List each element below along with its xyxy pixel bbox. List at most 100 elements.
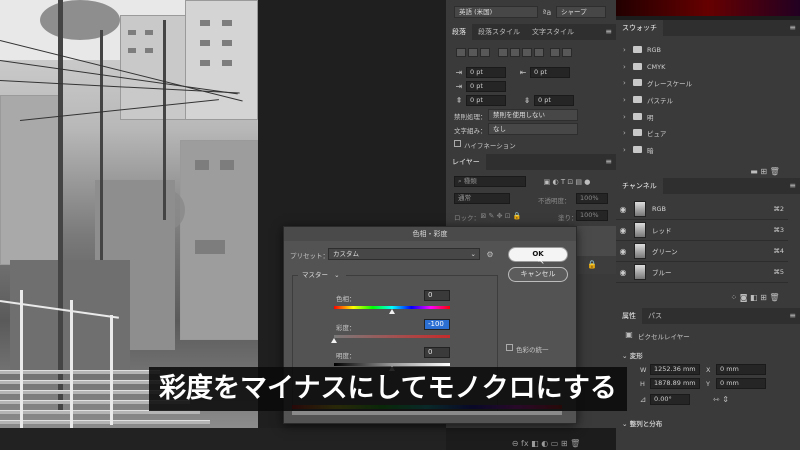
channel-row-blue[interactable]: ◉ ブルー ⌘5 <box>616 262 788 283</box>
mojikumi-dropdown[interactable]: なし <box>488 123 578 135</box>
layer-filter-icons[interactable]: ▣ ◐ T ⊡ ▤ ● <box>532 176 602 187</box>
swatch-group[interactable]: › グレースケール <box>616 74 800 91</box>
tab-paragraph[interactable]: 段落 <box>446 24 472 40</box>
align-left-button[interactable] <box>456 48 466 57</box>
channel-row-red[interactable]: ◉ レッド ⌘3 <box>616 220 788 241</box>
folder-icon <box>633 96 642 103</box>
justify-right-button[interactable] <box>522 48 532 57</box>
y-field[interactable]: 0 mm <box>716 378 766 389</box>
photo-window <box>128 48 136 53</box>
lightness-input[interactable]: 0 <box>424 347 450 358</box>
swatch-group[interactable]: › 暗 <box>616 141 800 158</box>
swatch-group-name: CMYK <box>647 62 666 71</box>
space-before-field[interactable]: 0 pt <box>466 95 506 106</box>
dialog-title: 色相・彩度 <box>284 227 576 241</box>
layer-type-label: ピクセルレイヤー <box>638 333 690 341</box>
layer-actions[interactable]: ⊖ fx ◧ ◐ ▭ ⊞ 🗑 <box>486 438 606 448</box>
chevron-down-icon: ⌄ <box>622 352 630 360</box>
tab-layers[interactable]: レイヤー <box>446 154 486 170</box>
properties-tabs: 属性 パス ≡ <box>616 308 800 324</box>
panel-menu-icon[interactable]: ≡ <box>605 27 612 36</box>
flip-icons[interactable]: ⇿ ⇕ <box>706 394 736 404</box>
cancel-button[interactable]: キャンセル <box>508 267 568 282</box>
space-after-field[interactable]: 0 pt <box>534 95 574 106</box>
saturation-slider-track[interactable] <box>334 335 450 338</box>
blend-mode-value: 通常 <box>458 194 471 202</box>
justify-left-button[interactable] <box>498 48 508 57</box>
eye-icon[interactable]: ◉ <box>616 247 630 256</box>
indent-right-field[interactable]: 0 pt <box>530 67 570 78</box>
hyphenation-checkbox[interactable] <box>454 140 461 147</box>
align-section-title[interactable]: ⌄ 整列と分布 <box>622 418 662 428</box>
tab-character-style[interactable]: 文字スタイル <box>526 24 580 40</box>
panel-menu-icon[interactable]: ≡ <box>789 311 796 320</box>
justify-all-button[interactable] <box>534 48 544 57</box>
panel-menu-icon[interactable]: ≡ <box>789 181 796 190</box>
channel-dropdown[interactable]: マスター ⌄ <box>298 270 346 282</box>
eye-icon[interactable]: ◉ <box>616 226 630 235</box>
justify-center-button[interactable] <box>510 48 520 57</box>
colorize-label: 色彩の統一 <box>516 346 549 354</box>
kinsoku-dropdown[interactable]: 禁則を使用しない <box>488 109 578 121</box>
indent-left-field[interactable]: 0 pt <box>466 67 506 78</box>
saturation-input[interactable]: -100 <box>424 319 450 330</box>
channel-actions[interactable]: ⁘ ◙ ◧ ⊞ 🗑 <box>720 292 790 302</box>
hue-input[interactable]: 0 <box>424 290 450 301</box>
align-right-button[interactable] <box>480 48 490 57</box>
language-dropdown[interactable]: 英語 (米国) <box>454 6 538 18</box>
align-center-button[interactable] <box>468 48 478 57</box>
channel-thumbnail <box>634 243 646 259</box>
photo-step <box>0 380 170 384</box>
layers-header: レイヤー ≡ <box>446 154 616 170</box>
eye-icon[interactable]: ◉ <box>616 205 630 214</box>
photo-canvas[interactable] <box>0 0 258 428</box>
swatch-group-name: 明 <box>647 113 654 122</box>
blend-mode-dropdown[interactable]: 通常 <box>454 193 510 204</box>
properties-panel: 属性 パス ≡ ▣ ピクセルレイヤー ⌄ 変形 W 1252.36 mm X 0… <box>616 308 800 450</box>
preset-dropdown[interactable]: カスタム ⌄ <box>328 248 480 260</box>
panel-menu-icon[interactable]: ≡ <box>605 157 612 166</box>
gear-icon[interactable]: ⚙ <box>484 249 496 259</box>
channel-name: グリーン <box>652 248 678 256</box>
align-section-label: 整列と分布 <box>629 420 663 428</box>
first-line-indent-field[interactable]: 0 pt <box>466 81 506 92</box>
photo-window <box>200 40 210 46</box>
photo-handrail <box>110 315 113 425</box>
swatch-group[interactable]: › ピュア <box>616 124 800 141</box>
opacity-field[interactable]: 100% <box>576 193 608 204</box>
lock-icons[interactable]: ⊠ ✎ ✥ ⊡ 🔒 <box>474 210 528 221</box>
saturation-slider-knob[interactable] <box>331 338 337 343</box>
layer-filter-dropdown[interactable]: ⌕ 種類 <box>454 176 526 187</box>
cursor-icon: ↖ <box>537 257 545 267</box>
tab-paragraph-style[interactable]: 段落スタイル <box>472 24 526 40</box>
channel-row-rgb[interactable]: ◉ RGB ⌘2 <box>616 199 788 220</box>
eye-icon[interactable]: ◉ <box>616 268 630 277</box>
height-field[interactable]: 1878.89 mm <box>650 378 700 389</box>
swatch-group[interactable]: › CMYK <box>616 58 800 75</box>
antialias-value: シャープ <box>561 8 587 16</box>
angle-field[interactable]: 0.00° <box>650 394 690 405</box>
channel-row-green[interactable]: ◉ グリーン ⌘4 <box>616 241 788 262</box>
x-field[interactable]: 0 mm <box>716 364 766 375</box>
tab-swatches[interactable]: スウォッチ <box>616 20 663 36</box>
colorize-checkbox[interactable] <box>506 344 513 351</box>
panel-menu-icon[interactable]: ≡ <box>789 23 796 32</box>
color-spectrum[interactable] <box>616 0 800 16</box>
antialias-dropdown[interactable]: シャープ <box>556 6 606 18</box>
distribute-button[interactable] <box>550 48 560 57</box>
fill-field[interactable]: 100% <box>576 210 608 221</box>
hue-label: 色相： <box>336 295 356 303</box>
tab-channels[interactable]: チャンネル <box>616 178 663 194</box>
distribute-all-button[interactable] <box>562 48 572 57</box>
hue-slider-knob[interactable] <box>389 309 395 314</box>
width-field[interactable]: 1252.36 mm <box>650 364 700 375</box>
w-label: W <box>640 366 647 374</box>
swatch-group[interactable]: › パステル <box>616 91 800 108</box>
tab-properties[interactable]: 属性 <box>616 308 642 324</box>
swatch-group[interactable]: › 明 <box>616 108 800 125</box>
transform-section-title[interactable]: ⌄ 変形 <box>622 350 643 360</box>
swatch-actions[interactable]: ▬ ⊞ 🗑 <box>740 166 790 176</box>
tab-paths[interactable]: パス <box>642 308 668 324</box>
swatch-group[interactable]: › RGB <box>616 41 800 58</box>
swatch-group-name: ピュア <box>647 129 667 138</box>
